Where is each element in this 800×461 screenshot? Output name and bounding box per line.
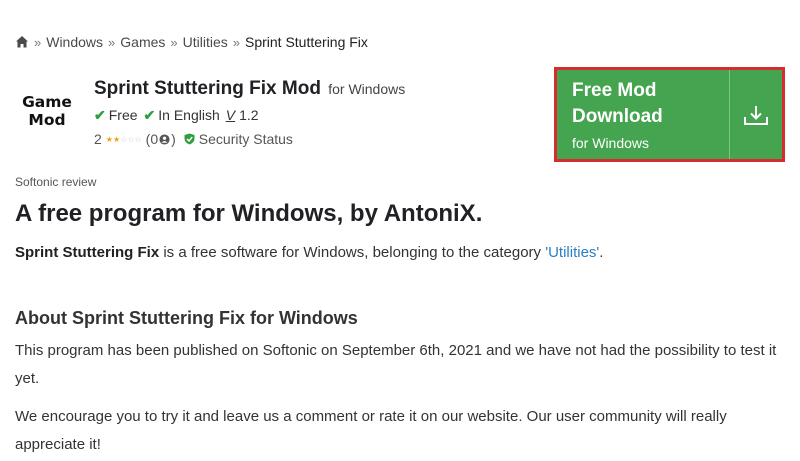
- intro-text: is a free software for Windows, belongin…: [159, 244, 546, 261]
- app-rating: 2 ★★☆☆☆ (0 ) Security Status: [94, 130, 293, 148]
- app-logo-line-2: Mod: [28, 111, 66, 129]
- breadcrumb-separator: »: [232, 34, 240, 50]
- license-info: ✔ Free: [94, 107, 138, 124]
- shield-check-icon: [184, 133, 195, 145]
- app-title: Sprint Stuttering Fix Mod for Windows: [94, 78, 405, 100]
- review-headline: A free program for Windows, by AntoniX.: [15, 200, 483, 227]
- star-empty-icon: ☆: [134, 134, 142, 144]
- review-paragraph: We encourage you to try it and leave us …: [15, 408, 727, 453]
- version-info: V 1.2: [226, 107, 259, 123]
- section-title: About Sprint Stuttering Fix for Windows: [15, 308, 358, 328]
- star-rating[interactable]: ★★☆☆☆: [106, 135, 142, 144]
- breadcrumb-utilities[interactable]: Utilities: [183, 34, 228, 50]
- download-icon: [744, 105, 768, 125]
- license-label: Free: [108, 107, 138, 123]
- download-highlight-box: Free Mod Download for Windows: [554, 67, 785, 162]
- breadcrumb: » Windows » Games » Utilities » Sprint S…: [15, 33, 368, 51]
- version-label: 1.2: [239, 107, 259, 123]
- breadcrumb-separator: »: [108, 34, 116, 50]
- star-icon: ★: [105, 134, 113, 144]
- breadcrumb-windows[interactable]: Windows: [46, 34, 103, 50]
- app-meta: ✔ Free ✔ In English V 1.2: [94, 106, 265, 124]
- app-platform: for Windows: [328, 81, 406, 97]
- review-paragraph: This program has been published on Softo…: [15, 342, 777, 387]
- review-tag: Softonic review: [15, 175, 97, 189]
- download-button-text: Free Mod Download for Windows: [557, 70, 729, 159]
- intro-app-name: Sprint Stuttering Fix: [15, 244, 160, 261]
- breadcrumb-games[interactable]: Games: [120, 34, 165, 50]
- language-info: ✔ In English: [144, 107, 220, 124]
- version-icon: V: [225, 107, 236, 123]
- free-download-button[interactable]: Free Mod Download for Windows: [557, 70, 782, 159]
- check-icon: ✔: [143, 106, 156, 123]
- download-icon-cell: [729, 70, 782, 159]
- app-logo: Game Mod: [19, 93, 75, 129]
- home-icon[interactable]: [15, 35, 29, 49]
- breadcrumb-current: Sprint Stuttering Fix: [244, 34, 368, 50]
- category-link[interactable]: 'Utilities': [545, 244, 599, 261]
- breadcrumb-separator: »: [170, 34, 178, 50]
- user-icon: [159, 133, 170, 145]
- review-intro: Sprint Stuttering Fix is a free software…: [15, 244, 603, 261]
- breadcrumb-separator: »: [34, 34, 42, 50]
- intro-end: .: [599, 244, 604, 261]
- download-button-sublabel: for Windows: [572, 135, 650, 151]
- reviews-count-close: ): [171, 131, 176, 147]
- language-label: In English: [158, 107, 220, 123]
- app-name: Sprint Stuttering Fix Mod: [94, 78, 321, 99]
- reviews-count[interactable]: (0: [146, 131, 158, 147]
- app-logo-line-1: Game: [22, 93, 72, 111]
- check-icon: ✔: [94, 106, 106, 123]
- download-button-label: Free Mod Download: [572, 80, 663, 127]
- security-status[interactable]: Security Status: [199, 131, 293, 147]
- rating-value: 2: [94, 131, 102, 147]
